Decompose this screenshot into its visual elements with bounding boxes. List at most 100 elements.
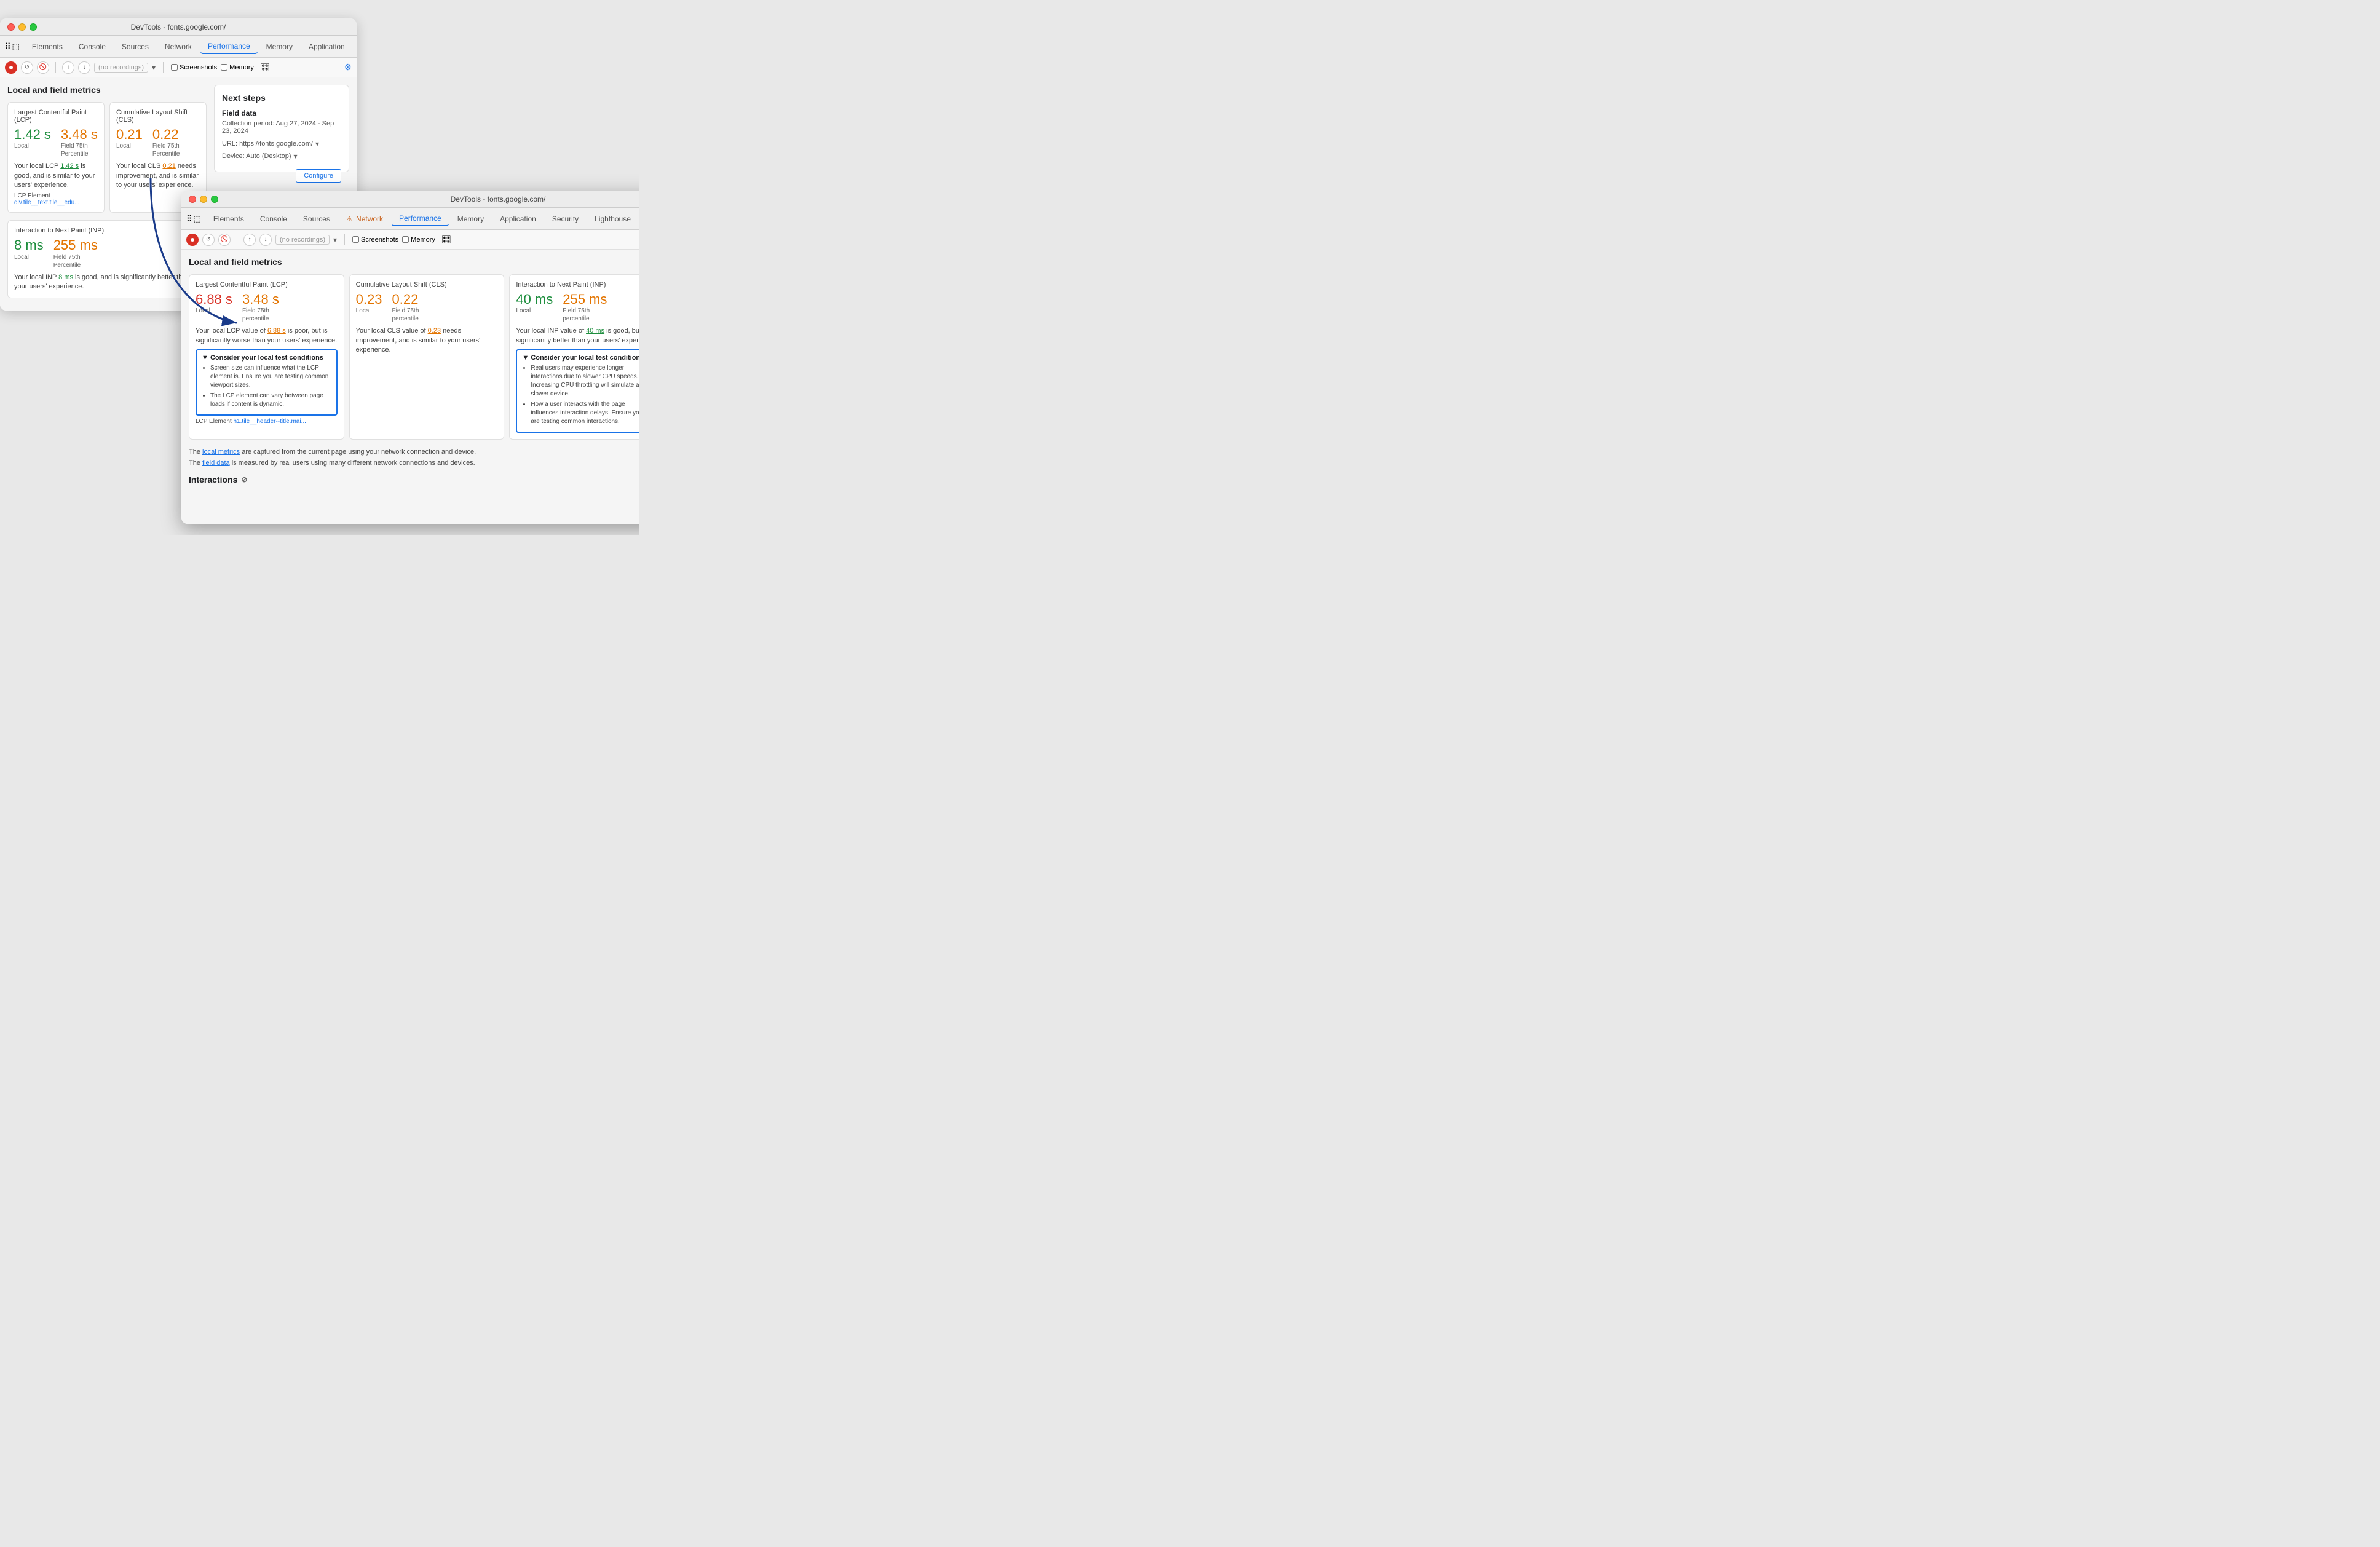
fg-lcp-consider-title: Consider your local test conditions bbox=[202, 354, 331, 362]
cpu-throttle-icon[interactable]: 🎛 bbox=[260, 63, 271, 73]
fg-lcp-field-group: 3.48 s Field 75thpercentile bbox=[242, 292, 279, 323]
fg-cls-desc: Your local CLS value of 0.23 needs impro… bbox=[356, 326, 498, 355]
bg-cls-desc: Your local CLS 0.21 needs improvement, a… bbox=[116, 162, 200, 190]
no-recordings-label: (no recordings) bbox=[94, 63, 148, 73]
fg-minimize-button[interactable] bbox=[200, 196, 207, 203]
fg-left-panel: Local and field metrics Largest Contentf… bbox=[189, 257, 639, 516]
fg-inp-card: Interaction to Next Paint (INP) 40 ms Lo… bbox=[509, 274, 639, 440]
fg-inspect-icon[interactable]: ⬚ bbox=[194, 214, 201, 224]
bg-lcp-field-val: 3.48 s bbox=[61, 127, 98, 142]
tab-console[interactable]: Console bbox=[71, 40, 113, 53]
fg-local-metrics-link[interactable]: local metrics bbox=[202, 448, 240, 456]
fg-lcp-val-highlight: 6.88 s bbox=[267, 327, 286, 334]
bg-inp-local-label: Local bbox=[14, 253, 44, 261]
fg-lcp-link[interactable]: h1.tile__header--title.mai... bbox=[234, 418, 306, 425]
fg-devtools-window: DevTools - fonts.google.com/ ⠿ ⬚ Element… bbox=[181, 191, 639, 524]
fg-window-title: DevTools - fonts.google.com/ bbox=[451, 195, 546, 204]
fg-inp-title: Interaction to Next Paint (INP) bbox=[516, 281, 639, 288]
bg-inp-local-group: 8 ms Local bbox=[14, 238, 44, 269]
close-button[interactable] bbox=[7, 23, 15, 31]
tab-security[interactable]: Security bbox=[354, 40, 357, 53]
fg-inp-consider-item-1: How a user interacts with the page influ… bbox=[531, 400, 639, 426]
fg-lcp-desc: Your local LCP value of 6.88 s is poor, … bbox=[196, 326, 338, 346]
tab-memory[interactable]: Memory bbox=[259, 40, 300, 53]
fg-tab-memory[interactable]: Memory bbox=[450, 212, 491, 226]
bg-inp-field-val: 255 ms bbox=[53, 238, 98, 253]
memory-checkbox[interactable]: Memory bbox=[221, 64, 254, 71]
fg-record-button[interactable] bbox=[186, 234, 199, 246]
fg-inp-desc: Your local INP value of 40 ms is good, b… bbox=[516, 326, 639, 346]
record-button[interactable] bbox=[5, 61, 17, 74]
fg-field-data-link[interactable]: field data bbox=[202, 459, 230, 467]
fg-metrics-grid: Largest Contentful Paint (LCP) 6.88 s Lo… bbox=[189, 274, 639, 440]
fg-lcp-title: Largest Contentful Paint (LCP) bbox=[196, 281, 338, 288]
fg-dropdown-arrow[interactable]: ▾ bbox=[333, 235, 337, 244]
fg-tab-security[interactable]: Security bbox=[545, 212, 586, 226]
bg-inp-card: Interaction to Next Paint (INP) 8 ms Loc… bbox=[7, 220, 207, 298]
fg-footer-line1: The local metrics are captured from the … bbox=[189, 447, 639, 458]
fg-lcp-consider-box: Consider your local test conditions Scre… bbox=[196, 349, 338, 416]
fg-inp-consider-box: Consider your local test conditions Real… bbox=[516, 349, 639, 433]
bg-lcp-link[interactable]: div.tile__text.tile__edu... bbox=[14, 199, 80, 206]
tab-sources[interactable]: Sources bbox=[114, 40, 156, 53]
tab-application[interactable]: Application bbox=[301, 40, 352, 53]
fg-tab-performance[interactable]: Performance bbox=[392, 212, 449, 226]
tab-elements[interactable]: Elements bbox=[25, 40, 70, 53]
fg-inp-consider-item-0: Real users may experience longer interac… bbox=[531, 364, 639, 398]
fg-tab-elements[interactable]: Elements bbox=[206, 212, 251, 226]
download-button[interactable]: ↓ bbox=[78, 61, 90, 74]
bg-lcp-element: LCP Element div.tile__text.tile__edu... bbox=[14, 192, 98, 206]
minimize-button[interactable] bbox=[18, 23, 26, 31]
fg-lcp-consider-list: Screen size can influence what the LCP e… bbox=[202, 364, 331, 409]
fg-tab-bar: ⠿ ⬚ Elements Console Sources ⚠ Network P… bbox=[181, 208, 639, 230]
fg-lcp-field-val: 3.48 s bbox=[242, 292, 279, 307]
fg-footer-text: The local metrics are captured from the … bbox=[189, 447, 639, 469]
fg-reload-button[interactable]: ↺ bbox=[202, 234, 215, 246]
fg-cls-card: Cumulative Layout Shift (CLS) 0.23 Local… bbox=[349, 274, 505, 440]
reload-button[interactable]: ↺ bbox=[21, 61, 33, 74]
interactions-info-icon[interactable]: ⊘ bbox=[241, 475, 247, 484]
fg-tab-lighthouse[interactable]: Lighthouse bbox=[587, 212, 638, 226]
fg-tab-network[interactable]: ⚠ Network bbox=[339, 212, 390, 226]
fg-tab-console[interactable]: Console bbox=[253, 212, 295, 226]
bg-section-title: Local and field metrics bbox=[7, 85, 207, 95]
tab-network[interactable]: Network bbox=[157, 40, 199, 53]
fg-download-button[interactable]: ↓ bbox=[259, 234, 272, 246]
fg-tab-sources[interactable]: Sources bbox=[296, 212, 338, 226]
fg-inp-local-group: 40 ms Local bbox=[516, 292, 553, 323]
fg-lcp-card: Largest Contentful Paint (LCP) 6.88 s Lo… bbox=[189, 274, 344, 440]
fg-cls-local-label: Local bbox=[356, 307, 382, 315]
bg-cls-field-label: Field 75thPercentile bbox=[152, 142, 180, 158]
bg-configure-button[interactable]: Configure bbox=[296, 169, 341, 183]
bg-url-dropdown-icon[interactable]: ▾ bbox=[315, 140, 319, 148]
fg-memory-checkbox[interactable]: Memory bbox=[402, 236, 435, 243]
bg-tab-bar: ⠿ ⬚ Elements Console Sources Network Per… bbox=[0, 36, 357, 58]
fg-lcp-field-label: Field 75thpercentile bbox=[242, 307, 279, 323]
fg-lcp-element: LCP Element h1.tile__header--title.mai..… bbox=[196, 418, 338, 425]
fg-clear-button[interactable]: 🚫 bbox=[218, 234, 231, 246]
screenshots-checkbox[interactable]: Screenshots bbox=[171, 64, 217, 71]
dropdown-arrow[interactable]: ▾ bbox=[152, 63, 156, 72]
bg-cls-title: Cumulative Layout Shift (CLS) bbox=[116, 109, 200, 124]
bg-inp-local-val: 8 ms bbox=[14, 238, 44, 253]
fg-maximize-button[interactable] bbox=[211, 196, 218, 203]
bg-device-dropdown-icon[interactable]: ▾ bbox=[294, 152, 298, 160]
bg-cls-local-group: 0.21 Local bbox=[116, 127, 143, 158]
tab-performance[interactable]: Performance bbox=[200, 39, 258, 54]
bg-lcp-card: Largest Contentful Paint (LCP) 1.42 s Lo… bbox=[7, 102, 105, 213]
fg-screenshots-checkbox[interactable]: Screenshots bbox=[352, 236, 398, 243]
maximize-button[interactable] bbox=[30, 23, 37, 31]
bg-lcp-field-label: Field 75thPercentile bbox=[61, 142, 98, 158]
settings-icon-right[interactable]: ⚙ bbox=[344, 62, 352, 72]
clear-button[interactable]: 🚫 bbox=[37, 61, 49, 74]
fg-upload-button[interactable]: ↑ bbox=[243, 234, 256, 246]
fg-lcp-local-label: Local bbox=[196, 307, 232, 315]
fg-close-button[interactable] bbox=[189, 196, 196, 203]
devtools-icon: ⠿ bbox=[5, 42, 11, 52]
fg-lcp-local-group: 6.88 s Local bbox=[196, 292, 232, 323]
fg-tab-application[interactable]: Application bbox=[492, 212, 544, 226]
fg-cpu-throttle-icon[interactable]: 🎛 bbox=[441, 235, 452, 245]
fg-inp-values: 40 ms Local 255 ms Field 75thpercentile bbox=[516, 292, 639, 323]
inspect-icon[interactable]: ⬚ bbox=[12, 42, 20, 52]
upload-button[interactable]: ↑ bbox=[62, 61, 74, 74]
